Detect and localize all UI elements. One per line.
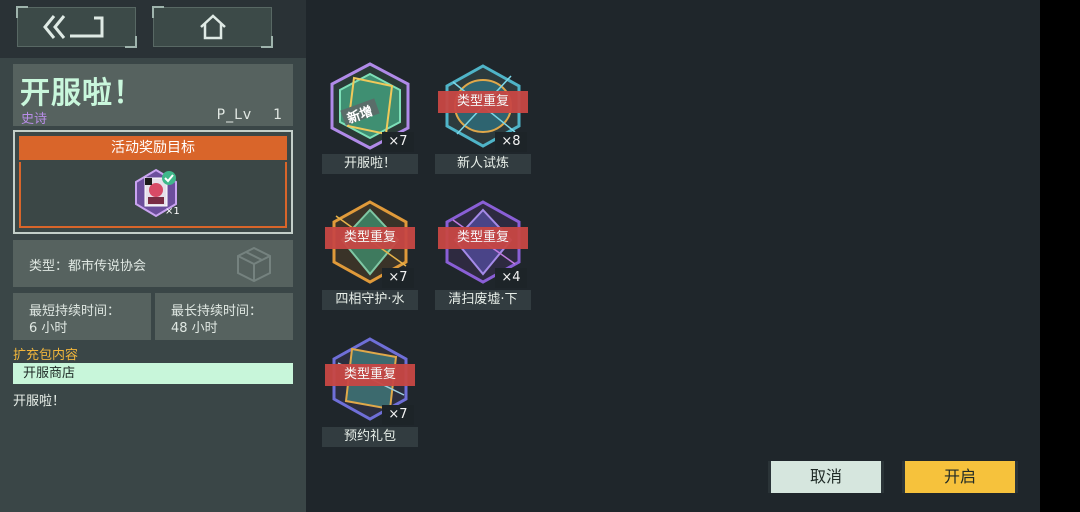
expansion-pack-description: 开服啦！	[13, 394, 66, 409]
max-duration-box: 最长持续时间： 48 小时	[155, 293, 293, 340]
pack-count: ×7	[382, 268, 414, 288]
min-duration-value: 6 小时	[29, 321, 68, 336]
back-button[interactable]	[16, 6, 137, 48]
pack-name: 预约礼包	[322, 427, 418, 447]
reward-target-box: 活动奖励目标 ×1	[13, 130, 293, 234]
reward-item-area: ×1	[19, 162, 287, 228]
reward-item[interactable]: ×1	[131, 168, 181, 218]
back-arrow-icon	[42, 15, 103, 39]
pack-count: ×4	[495, 268, 527, 288]
start-button[interactable]: 开启	[902, 461, 1018, 493]
pack-card-2[interactable]: 类型重复 ×7 四相守护·水	[322, 196, 418, 310]
rarity-label: 史诗	[21, 112, 48, 127]
duplicate-type-badge: 类型重复	[325, 227, 415, 249]
home-icon	[199, 14, 226, 40]
duplicate-type-badge: 类型重复	[438, 91, 528, 113]
pack-count: ×7	[382, 132, 414, 152]
screen-edge-bar	[1040, 0, 1080, 512]
pack-count: ×8	[495, 132, 527, 152]
pack-card-4[interactable]: 类型重复 ×7 预约礼包	[322, 333, 418, 447]
duplicate-type-badge: 类型重复	[438, 227, 528, 249]
pack-card-0[interactable]: 新增 ×7 开服啦！	[322, 60, 418, 174]
reward-count: ×1	[165, 206, 180, 217]
event-title-box: 开服啦！ 史诗 P_Lv 1	[13, 64, 293, 127]
pack-card-3[interactable]: 类型重复 ×4 清扫废墟·下	[435, 196, 531, 310]
event-type-box: 类型：都市传说协会	[13, 240, 293, 287]
plv-value: 1	[273, 107, 283, 123]
duplicate-type-badge: 类型重复	[325, 364, 415, 386]
reward-header: 活动奖励目标	[19, 136, 287, 160]
pack-name: 四相守护·水	[322, 290, 418, 310]
pack-name: 清扫废墟·下	[435, 290, 531, 310]
pack-name: 开服啦！	[322, 154, 418, 174]
cube-icon	[237, 246, 271, 283]
expansion-pack-label: 扩充包内容	[13, 348, 79, 363]
event-type: 类型：都市传说协会	[29, 259, 147, 274]
expansion-pack-item[interactable]: 开服商店	[13, 363, 293, 384]
pack-card-1[interactable]: 类型重复 ×8 新人试炼	[435, 60, 531, 174]
max-duration-value: 48 小时	[171, 321, 218, 336]
pack-name: 新人试炼	[435, 154, 531, 174]
home-button[interactable]	[152, 6, 273, 48]
min-duration-box: 最短持续时间： 6 小时	[13, 293, 151, 340]
plv-label: P_Lv	[216, 107, 253, 123]
event-title: 开服啦！	[20, 76, 144, 111]
pack-count: ×7	[382, 405, 414, 425]
cancel-button[interactable]: 取消	[768, 461, 884, 493]
player-level: P_Lv 1	[217, 107, 283, 123]
